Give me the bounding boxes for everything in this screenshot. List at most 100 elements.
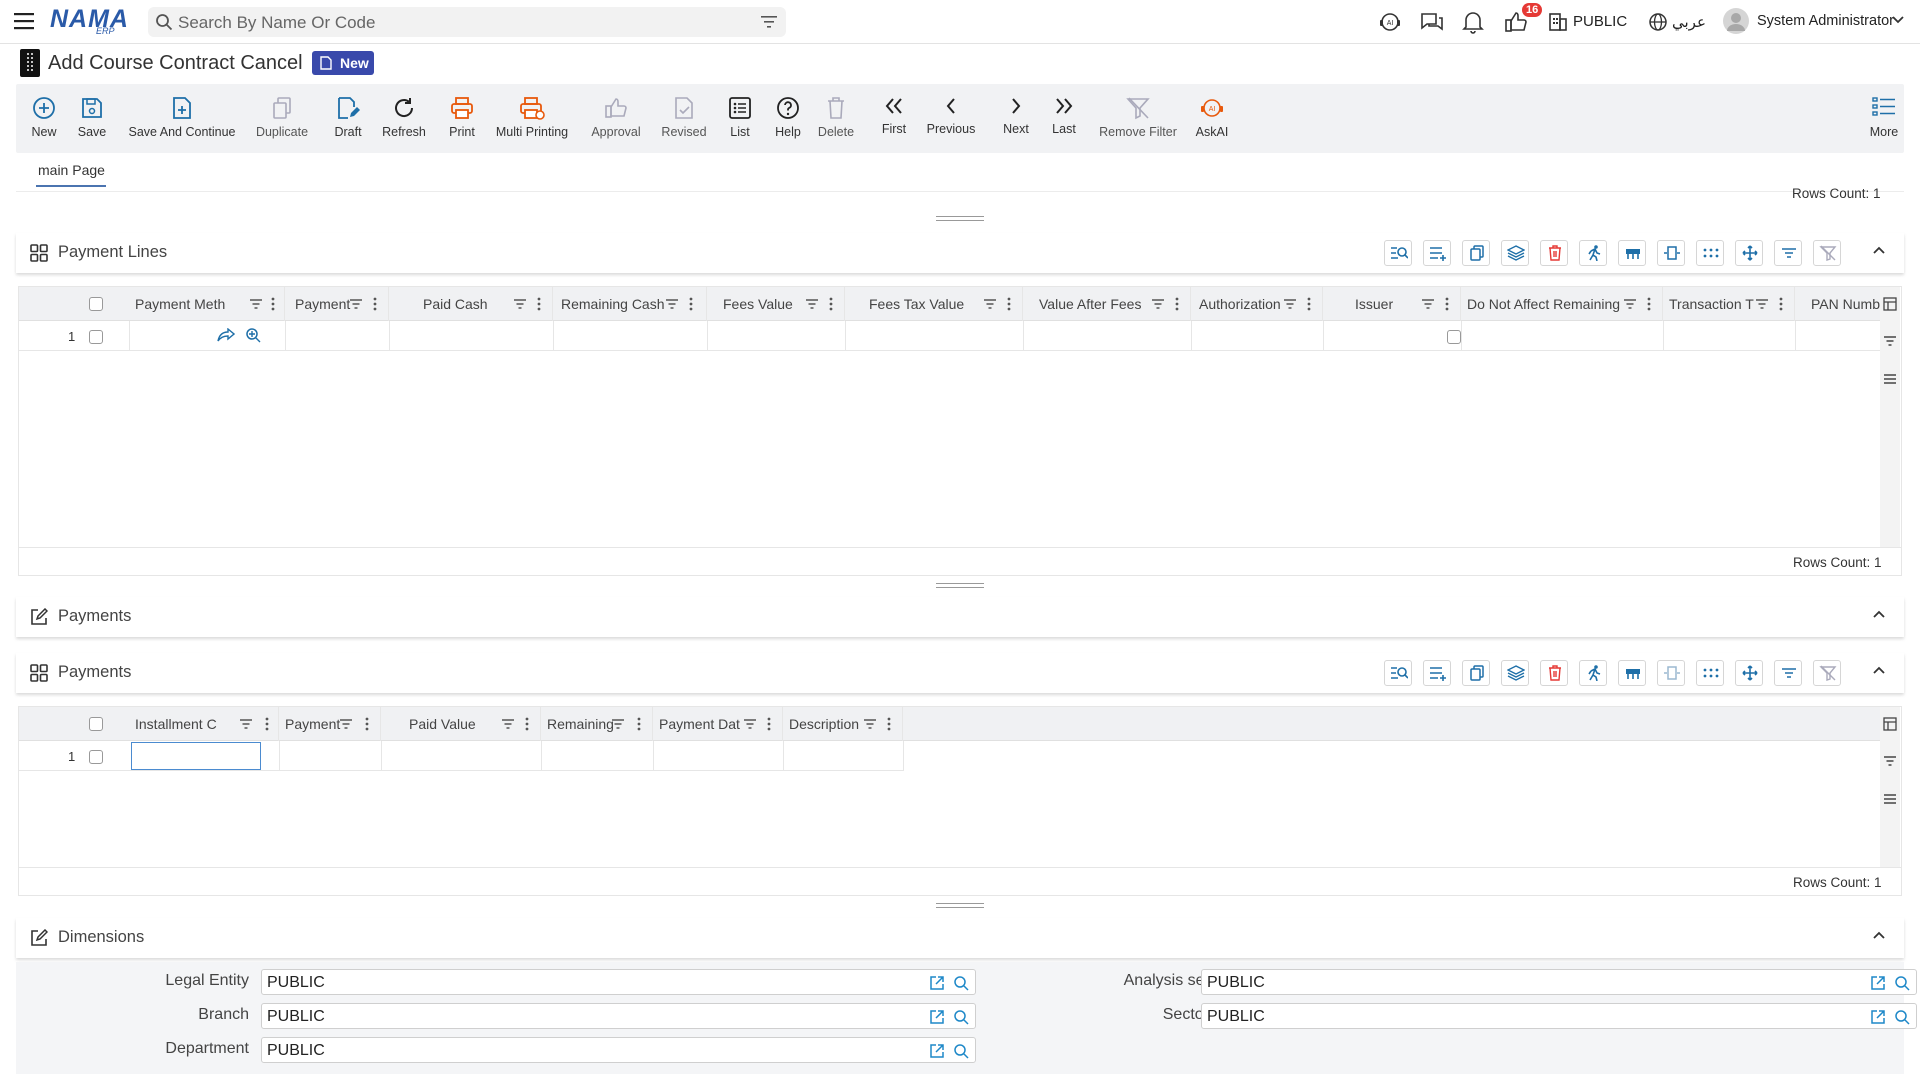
- globe-icon[interactable]: [1648, 12, 1668, 32]
- lookup-search-icon[interactable]: [953, 975, 969, 991]
- grid-merge-tool[interactable]: [1618, 660, 1646, 686]
- column-header[interactable]: Fees Tax Value: [845, 287, 1023, 321]
- refresh-button[interactable]: Refresh: [380, 84, 428, 153]
- column-header[interactable]: Fees Value: [707, 287, 845, 321]
- grid-filter-tool[interactable]: [1774, 660, 1802, 686]
- column-header[interactable]: Value After Fees: [1023, 287, 1191, 321]
- filter-icon[interactable]: [743, 718, 757, 730]
- grid-fit-columns-tool[interactable]: [1657, 240, 1685, 266]
- column-menu-icon[interactable]: [365, 717, 369, 731]
- ask-ai-button[interactable]: AI AskAI: [1192, 84, 1232, 153]
- column-header[interactable]: Payment: [279, 707, 381, 741]
- filter-icon[interactable]: [1151, 298, 1165, 310]
- column-menu-icon[interactable]: [1007, 297, 1011, 311]
- column-header[interactable]: Authorization: [1191, 287, 1323, 321]
- column-header[interactable]: Transaction T: [1663, 287, 1795, 321]
- column-header[interactable]: PAN Number: [1795, 287, 1880, 321]
- column-header[interactable]: Payment Dat: [653, 707, 783, 741]
- columns-chooser-icon[interactable]: [1883, 717, 1897, 731]
- column-menu-icon[interactable]: [373, 297, 377, 311]
- grid-clear-filter-tool[interactable]: [1813, 660, 1841, 686]
- sector-field[interactable]: PUBLIC: [1201, 1003, 1917, 1029]
- grid-layers-tool[interactable]: [1501, 240, 1529, 266]
- company-name[interactable]: PUBLIC: [1573, 13, 1627, 30]
- first-button[interactable]: First: [878, 84, 910, 153]
- chat-icon[interactable]: [1419, 10, 1445, 34]
- more-button[interactable]: More: [1868, 84, 1900, 153]
- column-menu-icon[interactable]: [689, 297, 693, 311]
- select-all-checkbox[interactable]: [89, 297, 103, 311]
- user-menu-chevron-down-icon[interactable]: [1892, 16, 1904, 24]
- filter-icon[interactable]: [513, 298, 527, 310]
- column-header[interactable]: Installment C: [129, 707, 279, 741]
- filter-icon[interactable]: [249, 298, 263, 310]
- delete-button[interactable]: Delete: [816, 84, 856, 153]
- list-button[interactable]: List: [724, 84, 756, 153]
- column-menu-icon[interactable]: [525, 717, 529, 731]
- tab-main-page[interactable]: main Page: [38, 162, 105, 178]
- grid-move-tool[interactable]: [1735, 660, 1763, 686]
- revised-button[interactable]: Revised: [658, 84, 710, 153]
- bell-icon[interactable]: [1462, 10, 1484, 34]
- department-field[interactable]: PUBLIC: [261, 1037, 976, 1063]
- grid-merge-tool[interactable]: [1618, 240, 1646, 266]
- multi-printing-button[interactable]: Multi Printing: [496, 84, 568, 153]
- lookup-search-icon[interactable]: [953, 1043, 969, 1059]
- table-row[interactable]: 1: [19, 321, 1880, 351]
- column-menu-icon[interactable]: [1779, 297, 1783, 311]
- column-menu-icon[interactable]: [271, 297, 275, 311]
- next-button[interactable]: Next: [1000, 84, 1032, 153]
- legal-entity-field[interactable]: PUBLIC: [261, 969, 976, 995]
- new-button[interactable]: New: [26, 84, 62, 153]
- grid-add-row-tool[interactable]: [1423, 660, 1451, 686]
- grid-run-tool[interactable]: [1579, 240, 1607, 266]
- column-header[interactable]: Remaining Cash: [553, 287, 707, 321]
- duplicate-button[interactable]: Duplicate: [254, 84, 310, 153]
- collapse-chevron-up-icon[interactable]: [1872, 245, 1886, 255]
- company-building-icon[interactable]: [1548, 10, 1568, 32]
- approval-button[interactable]: Approval: [588, 84, 644, 153]
- filter-icon[interactable]: [349, 298, 363, 310]
- nama-logo[interactable]: NAMA ERP: [50, 5, 130, 37]
- column-menu-icon[interactable]: [829, 297, 833, 311]
- language-switch[interactable]: عربي: [1672, 13, 1706, 31]
- column-header[interactable]: Description: [783, 707, 903, 741]
- grid-filter-tool[interactable]: [1774, 240, 1802, 266]
- do-not-affect-remaining-checkbox[interactable]: [1447, 330, 1461, 344]
- grid-search-tool[interactable]: [1384, 240, 1412, 266]
- grid-run-tool[interactable]: [1579, 660, 1607, 686]
- installment-cell-editor[interactable]: [131, 742, 261, 770]
- share-forward-icon[interactable]: [217, 328, 235, 342]
- grid-clear-filter-tool[interactable]: [1813, 240, 1841, 266]
- grid-copy-tool[interactable]: [1462, 660, 1490, 686]
- filter-icon[interactable]: [1755, 298, 1769, 310]
- remove-filter-button[interactable]: Remove Filter: [1098, 84, 1178, 153]
- grid-delete-tool[interactable]: [1540, 240, 1568, 266]
- resize-splitter[interactable]: [936, 216, 984, 221]
- filter-icon[interactable]: [1623, 298, 1637, 310]
- branch-field[interactable]: PUBLIC: [261, 1003, 976, 1029]
- columns-chooser-icon[interactable]: [1883, 297, 1897, 311]
- filter-icon[interactable]: [501, 718, 515, 730]
- open-external-icon[interactable]: [929, 975, 945, 991]
- column-menu-icon[interactable]: [537, 297, 541, 311]
- grid-search-tool[interactable]: [1384, 660, 1412, 686]
- filter-icon[interactable]: [863, 718, 877, 730]
- ai-assistant-icon[interactable]: AI: [1378, 10, 1402, 34]
- save-button[interactable]: Save: [74, 84, 110, 153]
- save-and-continue-button[interactable]: Save And Continue: [128, 84, 236, 153]
- collapse-chevron-up-icon[interactable]: [1872, 665, 1886, 675]
- help-button[interactable]: Help: [770, 84, 806, 153]
- column-menu-icon[interactable]: [1307, 297, 1311, 311]
- side-menu-icon[interactable]: [1883, 793, 1897, 805]
- column-header[interactable]: Payment: [285, 287, 389, 321]
- filter-icon[interactable]: [1421, 298, 1435, 310]
- grid-delete-tool[interactable]: [1540, 660, 1568, 686]
- filter-icon[interactable]: [805, 298, 819, 310]
- collapse-chevron-up-icon[interactable]: [1872, 609, 1886, 619]
- draft-button[interactable]: Draft: [328, 84, 368, 153]
- grid-dots-tool[interactable]: [1696, 660, 1724, 686]
- side-filter-icon[interactable]: [1883, 335, 1897, 347]
- lookup-search-icon[interactable]: [245, 327, 263, 343]
- lookup-search-icon[interactable]: [1894, 975, 1910, 991]
